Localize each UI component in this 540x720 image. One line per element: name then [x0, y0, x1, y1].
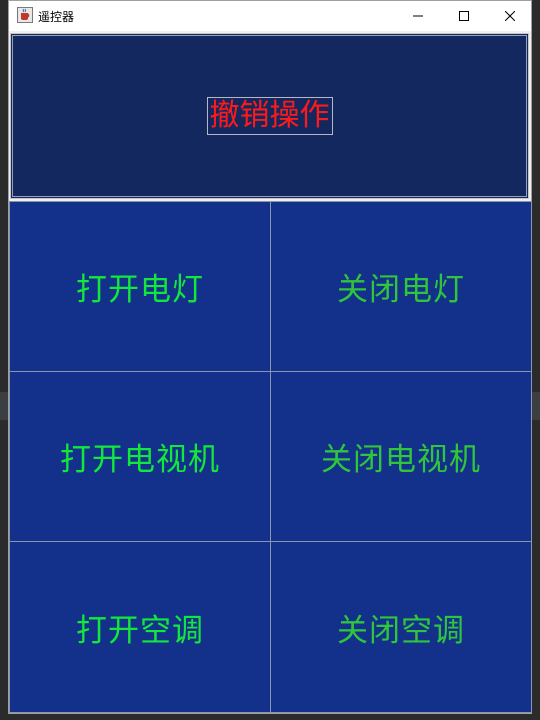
ac-off-button[interactable]: 关闭空调 [270, 541, 532, 713]
ac-on-label: 打开空调 [76, 612, 204, 649]
remote-control-window: 遥控器 撤销操作 打开电灯 关闭电灯 打开电视机 关闭电视机 打开空调 关闭空调 [8, 0, 532, 714]
close-button[interactable] [487, 1, 533, 31]
window-title: 遥控器 [38, 10, 75, 24]
control-button-grid: 打开电灯 关闭电灯 打开电视机 关闭电视机 打开空调 关闭空调 [9, 201, 532, 713]
light-off-label: 关闭电灯 [337, 272, 465, 308]
tv-off-button[interactable]: 关闭电视机 [270, 371, 532, 542]
maximize-icon [459, 11, 469, 21]
undo-button-label: 撤销操作 [206, 97, 333, 135]
maximize-button[interactable] [441, 1, 487, 31]
ac-on-button[interactable]: 打开空调 [9, 541, 271, 713]
minimize-icon [413, 15, 423, 17]
light-off-button[interactable]: 关闭电灯 [270, 201, 532, 372]
light-on-button[interactable]: 打开电灯 [9, 201, 271, 372]
window-content: 撤销操作 打开电灯 关闭电灯 打开电视机 关闭电视机 打开空调 关闭空调 [9, 31, 532, 713]
java-cup-icon [17, 7, 33, 23]
tv-on-label: 打开电视机 [60, 442, 220, 478]
tv-on-button[interactable]: 打开电视机 [9, 371, 271, 542]
light-on-label: 打开电灯 [76, 272, 204, 308]
title-bar[interactable]: 遥控器 [9, 1, 531, 31]
undo-button[interactable]: 撤销操作 [10, 33, 529, 199]
ac-off-label: 关闭空调 [337, 612, 465, 649]
minimize-button[interactable] [395, 1, 441, 31]
tv-off-label: 关闭电视机 [321, 442, 481, 478]
close-icon [505, 11, 515, 21]
background-ide-right [531, 0, 540, 720]
